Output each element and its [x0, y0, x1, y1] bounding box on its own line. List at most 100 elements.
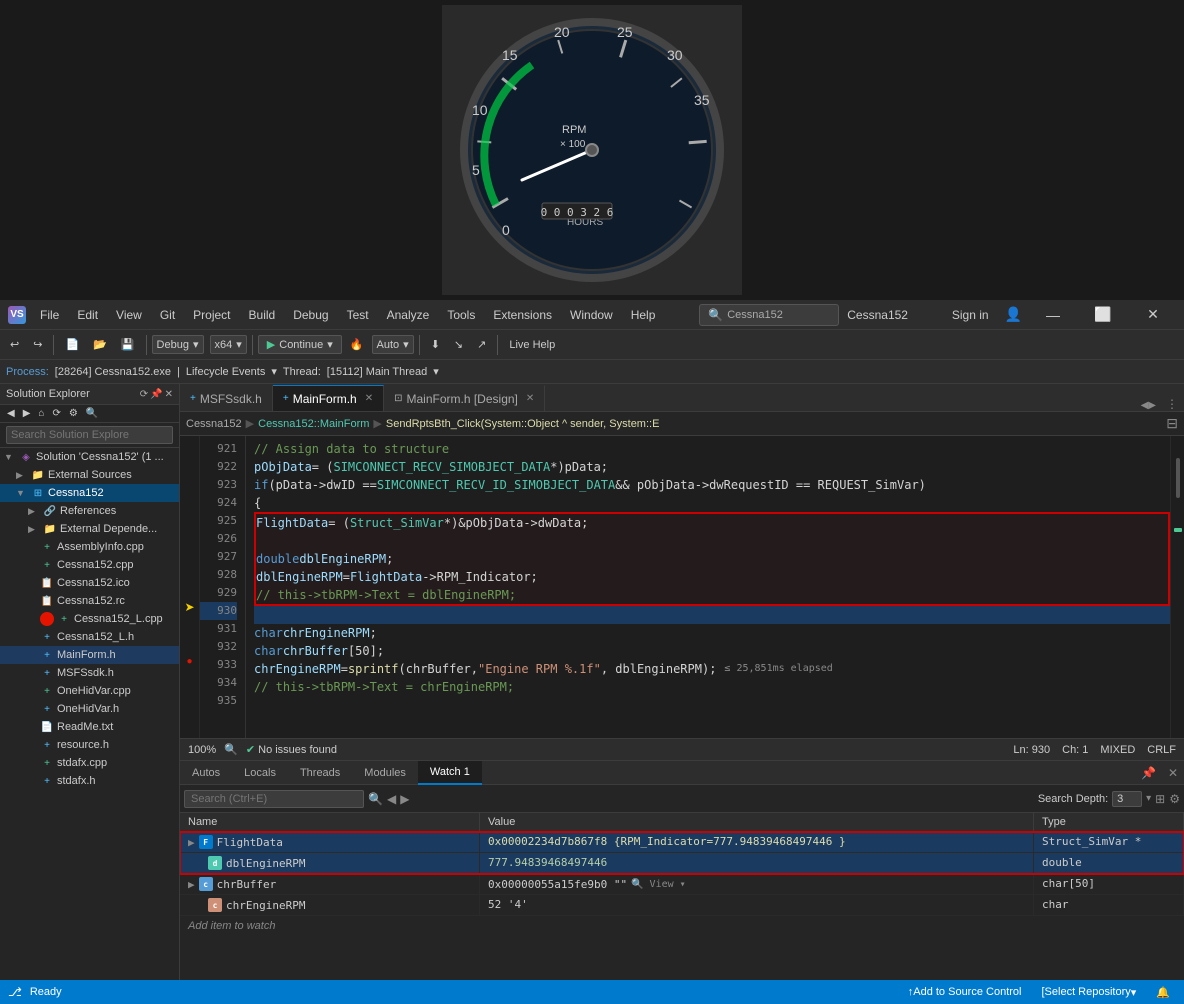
redo-button[interactable]: ↪ — [27, 335, 48, 354]
tab-close-button[interactable]: ✕ — [526, 393, 534, 404]
breadcrumb-project[interactable]: Cessna152 — [186, 418, 242, 430]
tree-item-stdafxh[interactable]: + stdafx.h — [0, 772, 179, 790]
watch-add-item[interactable]: Add item to watch — [180, 916, 1184, 936]
pane-close-button[interactable]: ✕ — [1162, 766, 1184, 780]
auto-dropdown[interactable]: Auto ▾ — [372, 335, 414, 354]
breadcrumb-method[interactable]: SendRptsBth_Click(System::Object ^ sende… — [386, 418, 660, 430]
notification-icon[interactable]: 🔔 — [1150, 980, 1176, 1004]
watch-row-flightdata[interactable]: ▶ F FlightData 0x00002234d7b867f8 {RPM_I… — [180, 832, 1184, 853]
tree-item-readme[interactable]: 📄 ReadMe.txt — [0, 718, 179, 736]
se-pin-button[interactable]: 📌 — [150, 389, 162, 400]
tab-mainformh-design[interactable]: ⊡ MainForm.h [Design] ✕ — [384, 385, 545, 411]
close-button[interactable]: ✕ — [1130, 300, 1176, 330]
menu-build[interactable]: Build — [241, 304, 284, 326]
tab-mainformh[interactable]: + MainForm.h ✕ — [273, 385, 384, 411]
code-content[interactable]: // Assign data to structure pObjData = (… — [246, 436, 1170, 738]
new-file-button[interactable]: 📄 — [59, 335, 85, 354]
solution-search[interactable] — [0, 423, 179, 448]
se-settings-button[interactable]: ⚙ — [66, 407, 81, 420]
debug-tab-threads[interactable]: Threads — [288, 761, 352, 785]
watch-value-cell[interactable]: 0x00002234d7b867f8 {RPM_Indicator=777.94… — [480, 832, 1034, 852]
step-over-button[interactable]: ⬇ — [425, 335, 446, 354]
tree-item-cessna152rc[interactable]: 📋 Cessna152.rc — [0, 592, 179, 610]
forward-button[interactable]: ▶ — [400, 792, 409, 806]
maximize-button[interactable]: ⬜ — [1080, 300, 1126, 330]
tree-item-onehidvarcpp[interactable]: + OneHidVar.cpp — [0, 682, 179, 700]
watch-row-chrenginerpm[interactable]: c chrEngineRPM 52 '4' char — [180, 895, 1184, 916]
se-close-button[interactable]: ✕ — [165, 389, 173, 400]
tree-item-external[interactable]: ▶ 📁 External Sources — [0, 466, 179, 484]
tree-item-project[interactable]: ▼ ⊞ Cessna152 — [0, 484, 179, 502]
menu-test[interactable]: Test — [339, 304, 377, 326]
watch-expand-arrow[interactable]: ▶ — [188, 836, 195, 849]
global-search-box[interactable]: 🔍 Cessna152 — [699, 304, 839, 326]
tree-item-cessna152ico[interactable]: 📋 Cessna152.ico — [0, 574, 179, 592]
encoding-indicator[interactable]: MIXED — [1100, 744, 1135, 756]
view-button[interactable]: 🔍 View ▾ — [631, 879, 686, 890]
source-control-button[interactable]: ↑ Add to Source Control — [902, 980, 1028, 1004]
line-ending-indicator[interactable]: CRLF — [1147, 744, 1176, 756]
breadcrumb-class[interactable]: Cessna152::MainForm — [258, 418, 369, 430]
step-into-button[interactable]: ↘ — [448, 335, 469, 354]
tree-item-cessna152lcpp[interactable]: + Cessna152_L.cpp — [0, 610, 179, 628]
back-button[interactable]: ◀ — [387, 792, 396, 806]
menu-extensions[interactable]: Extensions — [485, 304, 560, 326]
save-button[interactable]: 💾 — [115, 335, 141, 354]
menu-edit[interactable]: Edit — [69, 304, 106, 326]
menu-debug[interactable]: Debug — [285, 304, 336, 326]
live-help-button[interactable]: Live Help — [503, 336, 561, 354]
tree-item-msfssdk[interactable]: + MSFSsdk.h — [0, 664, 179, 682]
watch-expand-arrow[interactable]: ▶ — [188, 878, 195, 891]
menu-tools[interactable]: Tools — [439, 304, 483, 326]
sign-in-button[interactable]: Sign in — [944, 308, 997, 322]
tab-close-button[interactable]: ✕ — [365, 393, 373, 404]
tree-item-onehidvarh[interactable]: + OneHidVar.h — [0, 700, 179, 718]
step-out-button[interactable]: ↗ — [471, 335, 492, 354]
watch-row-dblenginerpm[interactable]: d dblEngineRPM 777.94839468497446 double — [180, 853, 1184, 874]
platform-dropdown[interactable]: x64 ▾ — [210, 335, 247, 354]
tree-item-resourceh[interactable]: + resource.h — [0, 736, 179, 754]
se-sync-button[interactable]: ⟳ — [140, 389, 148, 400]
continue-button[interactable]: ▶ Continue ▾ — [258, 335, 342, 354]
hot-reload-button[interactable]: 🔥 — [344, 335, 370, 354]
tree-item-references[interactable]: ▶ 🔗 References — [0, 502, 179, 520]
menu-git[interactable]: Git — [152, 304, 183, 326]
scrollbar-thumb[interactable] — [1176, 458, 1180, 498]
undo-button[interactable]: ↩ — [4, 335, 25, 354]
process-value[interactable]: [28264] Cessna152.exe — [55, 366, 171, 378]
watch-value-cell[interactable]: 52 '4' — [480, 895, 1034, 915]
watch-settings-button[interactable]: ⚙ — [1169, 792, 1180, 806]
solution-search-input[interactable] — [6, 426, 173, 444]
thread-value[interactable]: [15112] Main Thread — [327, 366, 428, 378]
debug-tab-modules[interactable]: Modules — [352, 761, 418, 785]
code-editor[interactable]: ➤ ● 921 922 923 924 925 926 927 928 929 … — [180, 436, 1184, 738]
minimize-button[interactable]: — — [1030, 300, 1076, 330]
se-search-button[interactable]: 🔍 — [83, 407, 101, 420]
watch-options-button[interactable]: ⊞ — [1155, 792, 1165, 806]
split-button[interactable]: ⊟ — [1166, 415, 1178, 432]
menu-project[interactable]: Project — [185, 304, 238, 326]
watch-row-chrbuffer[interactable]: ▶ c chrBuffer 0x00000055a15fe9b0 "" 🔍 Vi… — [180, 874, 1184, 895]
menu-help[interactable]: Help — [623, 304, 664, 326]
tree-item-mainformh[interactable]: + MainForm.h — [0, 646, 179, 664]
scrollbar-minimap[interactable] — [1170, 436, 1184, 738]
debug-tab-watch1[interactable]: Watch 1 — [418, 761, 482, 785]
se-forward-button[interactable]: ▶ — [20, 407, 34, 420]
menu-file[interactable]: File — [32, 304, 67, 326]
tab-options-button[interactable]: ⋮ — [1160, 397, 1184, 411]
tree-item-solution[interactable]: ▼ ◈ Solution 'Cessna152' (1 ... — [0, 448, 179, 466]
se-home-button[interactable]: ⌂ — [35, 407, 47, 420]
tab-scroll-button[interactable]: ◀▶ — [1137, 400, 1160, 411]
tree-item-cessna152lh[interactable]: + Cessna152_L.h — [0, 628, 179, 646]
watch-search-input[interactable] — [184, 790, 364, 808]
zoom-level[interactable]: 100% — [188, 744, 216, 756]
repository-button[interactable]: [ Select Repository ▾ — [1035, 980, 1142, 1004]
watch-value-cell[interactable]: 0x00000055a15fe9b0 "" 🔍 View ▾ — [480, 874, 1034, 894]
debug-tab-autos[interactable]: Autos — [180, 761, 232, 785]
watch-value-cell[interactable]: 777.94839468497446 — [480, 853, 1034, 873]
menu-analyze[interactable]: Analyze — [379, 304, 438, 326]
se-refresh-button[interactable]: ⟳ — [49, 407, 63, 420]
search-depth-input[interactable] — [1112, 791, 1142, 807]
profile-icon[interactable]: 👤 — [1001, 306, 1026, 323]
pane-pin-button[interactable]: 📌 — [1135, 766, 1162, 780]
